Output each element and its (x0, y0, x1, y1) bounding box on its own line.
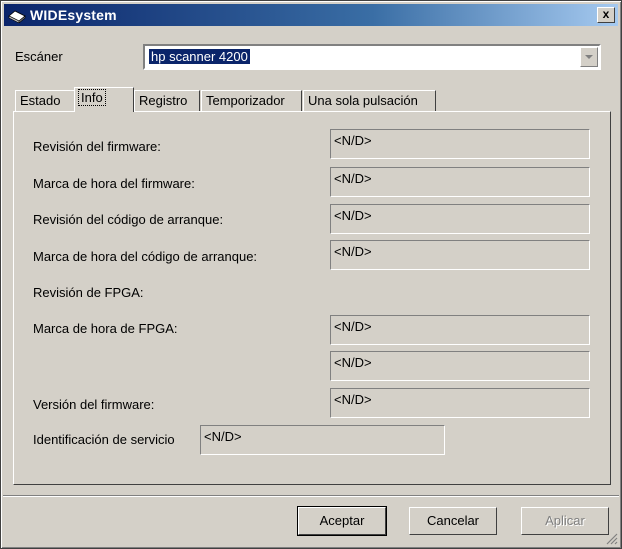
tab-una-sola-pulsacion-label: Una sola pulsación (308, 93, 418, 108)
close-button[interactable]: x (597, 7, 615, 23)
scanner-select[interactable]: hp scanner 4200 (143, 44, 601, 70)
resize-grip-icon[interactable] (606, 533, 618, 545)
window-title: WIDEsystem (30, 7, 117, 23)
fpga-timestamp-label: Marca de hora de FPGA: (33, 321, 178, 336)
fpga-revision-label: Revisión de FPGA: (33, 285, 144, 300)
tab-info[interactable]: Info (74, 87, 134, 112)
boot-code-timestamp-label: Marca de hora del código de arranque: (33, 249, 258, 264)
scanner-app-icon (8, 10, 26, 23)
boot-code-timestamp-field: <N/D> (330, 240, 590, 270)
footer-divider (3, 495, 619, 497)
firmware-timestamp-label: Marca de hora del firmware: (33, 176, 195, 191)
service-id-label: Identificación de servicio (33, 432, 175, 447)
firmware-revision-label: Revisión del firmware: (33, 139, 161, 154)
fpga-timestamp-field: <N/D> (330, 315, 590, 345)
dialog-window: WIDEsystem x Escáner hp scanner 4200 Est… (0, 0, 622, 549)
tab-registro[interactable]: Registro (134, 90, 200, 111)
firmware-timestamp-field: <N/D> (330, 167, 590, 197)
boot-code-revision-label: Revisión del código de arranque: (33, 212, 224, 227)
tab-una-sola-pulsacion[interactable]: Una sola pulsación (303, 90, 436, 111)
tab-info-label: Info (78, 89, 106, 106)
firmware-version-field: <N/D> (330, 388, 590, 418)
tab-estado-label: Estado (20, 93, 61, 108)
boot-code-revision-field: <N/D> (330, 204, 590, 234)
firmware-revision-field: <N/D> (330, 129, 590, 159)
firmware-version-label: Versión del firmware: (33, 397, 155, 412)
tab-estado[interactable]: Estado (15, 90, 75, 111)
chevron-down-icon[interactable] (580, 47, 598, 67)
accept-button[interactable]: Aceptar (297, 506, 387, 536)
tab-registro-label: Registro (139, 93, 188, 108)
cancel-button[interactable]: Cancelar (409, 507, 497, 535)
scanner-select-value: hp scanner 4200 (149, 49, 250, 64)
tab-temporizador-label: Temporizador (206, 93, 285, 108)
tab-temporizador[interactable]: Temporizador (201, 90, 302, 111)
scanner-label: Escáner (15, 49, 63, 64)
fpga-extra-field: <N/D> (330, 351, 590, 381)
apply-button[interactable]: Aplicar (521, 507, 609, 535)
service-id-field: <N/D> (200, 425, 445, 455)
title-bar[interactable]: WIDEsystem x (4, 4, 618, 26)
info-tab-panel: Revisión del firmware: <N/D> Marca de ho… (13, 111, 611, 485)
